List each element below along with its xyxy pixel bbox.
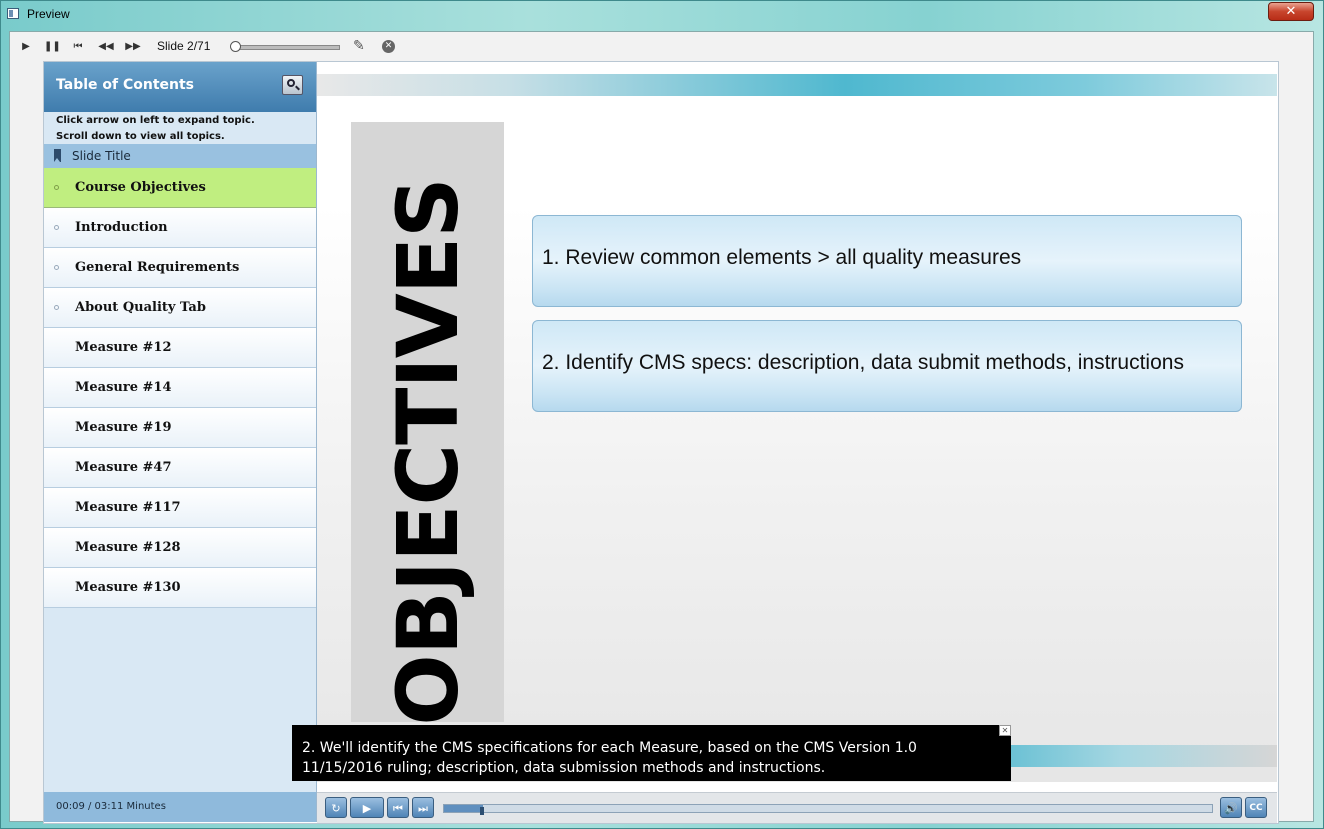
progress-track[interactable]	[443, 804, 1213, 813]
table-of-contents: Table of Contents Click arrow on left to…	[44, 62, 317, 822]
expand-dot-icon[interactable]	[54, 305, 59, 310]
slide-heading: OBJECTIVES	[379, 178, 477, 726]
toc-item[interactable]: Measure #128	[44, 528, 316, 568]
toc-list: Course Objectives Introduction General Req…	[44, 168, 316, 608]
toc-item[interactable]: Course Objectives	[44, 168, 316, 208]
rewind-icon[interactable]: ◀◀	[96, 40, 116, 54]
preview-slider-track[interactable]	[236, 45, 340, 50]
toc-item-label: Measure #130	[75, 580, 181, 595]
volume-icon[interactable]: 🔊	[1220, 797, 1242, 818]
toc-item[interactable]: Introduction	[44, 208, 316, 248]
previous-slide-icon[interactable]: ⏮	[387, 797, 409, 818]
preview-client-area: ▶ ❚❚ ⏮ ◀◀ ▶▶ Slide 2/71 ✎ ✕ Table of Con…	[9, 31, 1314, 824]
play-button[interactable]: ▶	[350, 797, 384, 818]
toc-item[interactable]: General Requirements	[44, 248, 316, 288]
toc-item-label: Measure #47	[75, 460, 172, 475]
toc-item[interactable]: Measure #14	[44, 368, 316, 408]
progress-fill	[444, 805, 483, 812]
search-icon[interactable]	[282, 75, 303, 95]
caption-text: 2. We'll identify the CMS specifications…	[302, 740, 917, 776]
progress-knob[interactable]	[479, 807, 484, 815]
toc-instruction-line: Click arrow on left to expand topic.	[56, 115, 255, 126]
expand-dot-icon[interactable]	[54, 265, 59, 270]
expand-dot-icon[interactable]	[54, 225, 59, 230]
playbar: ↻ ▶ ⏮ ⏭ 🔊 CC	[317, 792, 1277, 823]
play-icon[interactable]: ▶	[18, 40, 34, 54]
closed-caption-box: 2. We'll identify the CMS specifications…	[292, 725, 1011, 781]
toc-item[interactable]: Measure #19	[44, 408, 316, 448]
window-close-button[interactable]: ✕	[1268, 2, 1314, 21]
fast-forward-icon[interactable]: ▶▶	[123, 40, 143, 54]
caption-close-icon[interactable]: ✕	[999, 725, 1011, 736]
objective-text: 1. Review common elements > all quality …	[542, 246, 1022, 269]
toc-item[interactable]: About Quality Tab	[44, 288, 316, 328]
toc-item-label: Measure #14	[75, 380, 172, 395]
window-icon	[7, 8, 19, 19]
bookmark-icon	[54, 149, 61, 162]
preview-window: Preview ✕ ▶ ❚❚ ⏮ ◀◀ ▶▶ Slide 2/71 ✎ ✕ Ta…	[0, 0, 1324, 829]
toc-item-label: General Requirements	[75, 260, 240, 275]
window-title: Preview	[27, 7, 70, 21]
next-slide-icon[interactable]: ⏭	[412, 797, 434, 818]
title-bar: Preview ✕	[1, 1, 1323, 28]
pause-icon[interactable]: ❚❚	[44, 40, 61, 54]
toc-item-label: Introduction	[75, 220, 168, 235]
slide-canvas: OBJECTIVES 1. Review common elements > a…	[317, 62, 1277, 782]
toc-item[interactable]: Measure #12	[44, 328, 316, 368]
toc-header: Table of Contents	[44, 62, 316, 112]
replay-icon[interactable]: ↻	[325, 797, 347, 818]
course-player: Table of Contents Click arrow on left to…	[43, 61, 1279, 824]
slide-bottom-banner	[967, 745, 1277, 767]
toc-item-label: About Quality Tab	[75, 300, 206, 315]
closed-captions-button[interactable]: CC	[1245, 797, 1267, 818]
slide-top-banner	[317, 74, 1277, 96]
toc-column-header: Slide Title	[44, 144, 316, 168]
elapsed-time: 00:09 / 03:11 Minutes	[56, 801, 166, 812]
toc-footer: 00:09 / 03:11 Minutes	[44, 792, 316, 822]
objectives-side-panel: OBJECTIVES	[351, 122, 504, 726]
toc-item[interactable]: Measure #47	[44, 448, 316, 488]
toc-instructions: Click arrow on left to expand topic. Scr…	[56, 113, 255, 145]
objective-text: 2. Identify CMS specs: description, data…	[542, 351, 1184, 374]
toc-item-label: Measure #12	[75, 340, 172, 355]
toc-instruction-line: Scroll down to view all topics.	[56, 131, 225, 142]
preview-slider-thumb[interactable]	[230, 41, 241, 52]
column-header-label: Slide Title	[72, 149, 131, 163]
first-slide-icon[interactable]: ⏮	[70, 40, 86, 54]
toc-item[interactable]: Measure #130	[44, 568, 316, 608]
toc-item-label: Course Objectives	[75, 180, 206, 195]
expand-dot-icon[interactable]	[54, 185, 59, 190]
close-preview-icon[interactable]: ✕	[382, 40, 395, 53]
objective-box-1: 1. Review common elements > all quality …	[532, 215, 1242, 307]
toc-item[interactable]: Measure #117	[44, 488, 316, 528]
toc-item-label: Measure #19	[75, 420, 172, 435]
pencil-icon[interactable]: ✎	[353, 38, 365, 54]
toc-item-label: Measure #117	[75, 500, 181, 515]
objective-box-2: 2. Identify CMS specs: description, data…	[532, 320, 1242, 412]
toc-item-label: Measure #128	[75, 540, 181, 555]
preview-toolbar: ▶ ❚❚ ⏮ ◀◀ ▶▶ Slide 2/71 ✎ ✕	[10, 32, 1313, 62]
toc-title: Table of Contents	[56, 77, 195, 93]
slide-counter: Slide 2/71	[157, 39, 211, 53]
